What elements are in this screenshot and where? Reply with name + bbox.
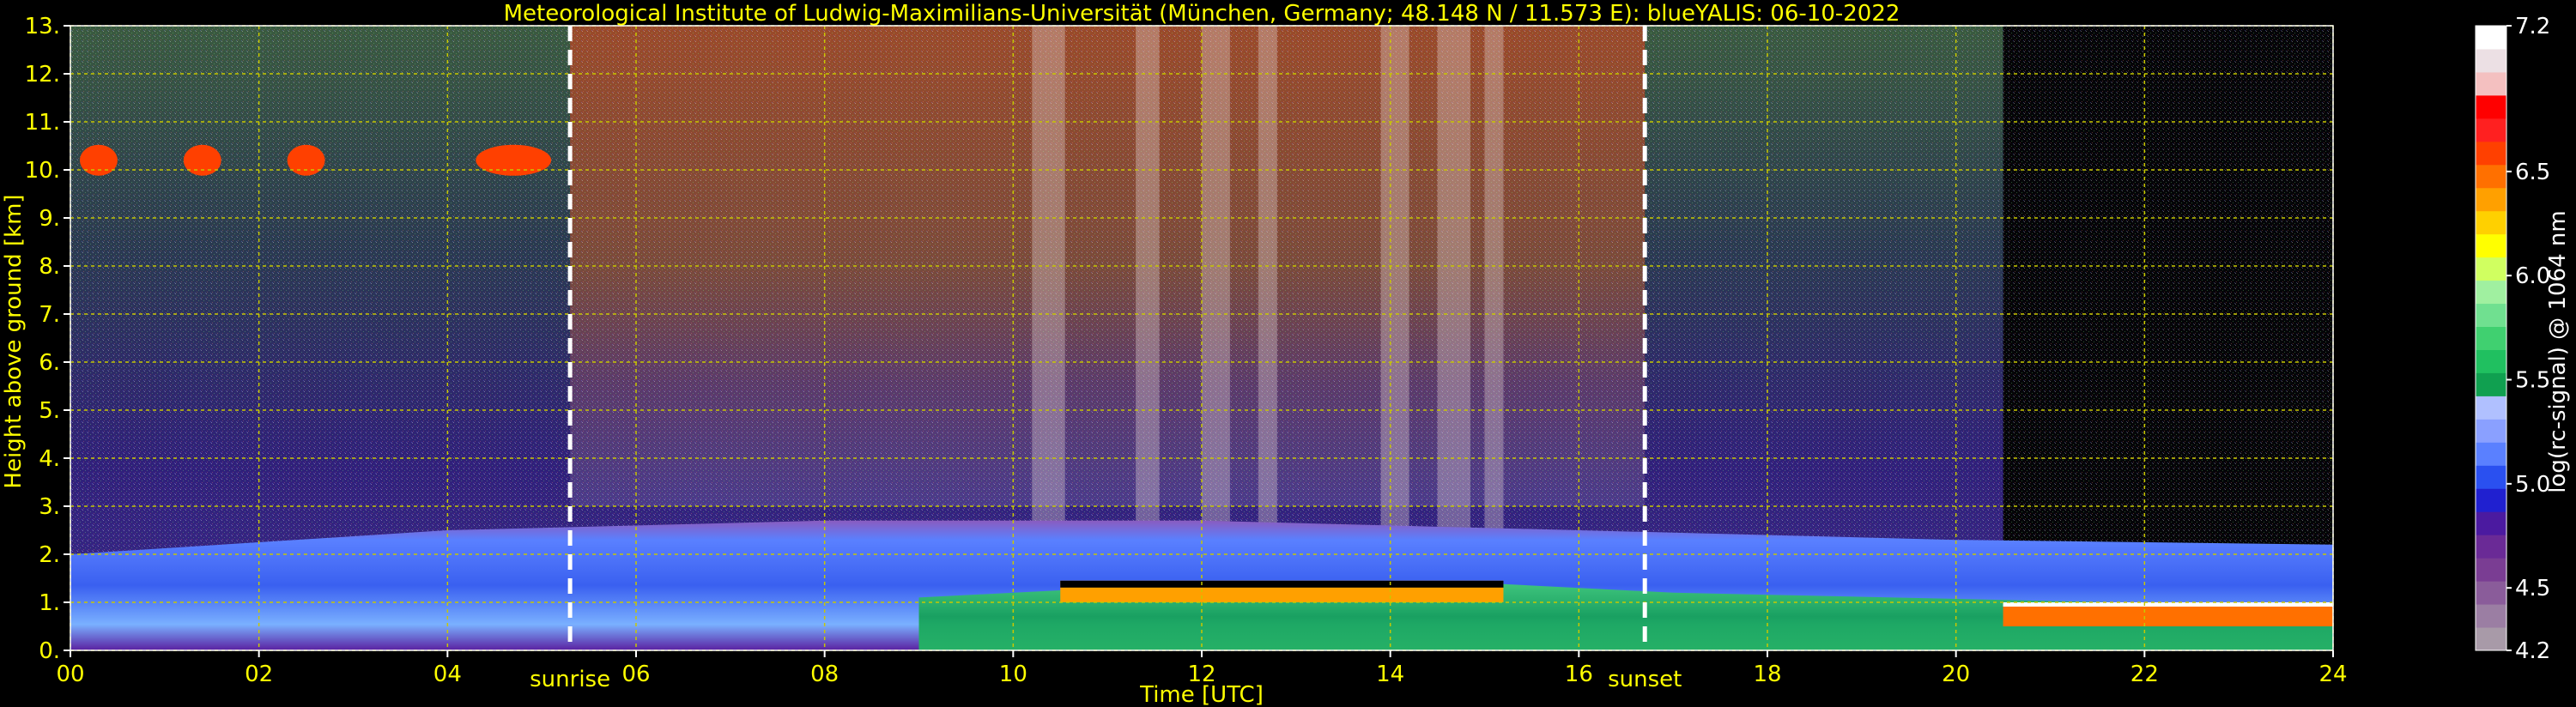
colorbar-segment bbox=[2476, 511, 2506, 535]
colorbar-segment bbox=[2476, 558, 2506, 582]
colorbar-segment bbox=[2476, 71, 2506, 96]
x-tick-label: 10 bbox=[999, 662, 1027, 687]
cirrus-patch bbox=[79, 144, 118, 176]
signal-streak bbox=[1437, 26, 1471, 578]
x-tick-label: 16 bbox=[1565, 662, 1593, 687]
x-tick-label: 06 bbox=[621, 662, 650, 687]
colorbar-segment bbox=[2476, 349, 2506, 373]
x-tick-label: 14 bbox=[1376, 662, 1404, 687]
colorbar-segment bbox=[2476, 187, 2506, 212]
y-tick-label: 2. bbox=[39, 542, 60, 568]
y-axis-label: Height above ground [km] bbox=[1, 194, 27, 488]
colorbar-tick-label: 7.2 bbox=[2515, 14, 2550, 39]
y-tick-label: 8. bbox=[39, 254, 60, 280]
colorbar-segment bbox=[2476, 604, 2506, 628]
x-tick-label: 04 bbox=[433, 662, 462, 687]
colorbar-segment bbox=[2476, 465, 2506, 489]
colorbar-segment bbox=[2476, 48, 2506, 73]
x-tick-label: 18 bbox=[1753, 662, 1781, 687]
colorbar-tick-label: 4.2 bbox=[2515, 638, 2550, 664]
y-tick-label: 5. bbox=[39, 398, 60, 424]
y-tick-label: 3. bbox=[39, 494, 60, 520]
colorbar-segment bbox=[2476, 233, 2506, 258]
signal-streak bbox=[1258, 26, 1277, 578]
y-tick-label: 9. bbox=[39, 206, 60, 232]
colorbar-segment bbox=[2476, 303, 2506, 328]
x-tick-label: 00 bbox=[56, 662, 84, 687]
sunset-label: sunset bbox=[1608, 667, 1682, 692]
y-tick-label: 1. bbox=[39, 590, 60, 616]
x-axis-label: Time [UTC] bbox=[1139, 682, 1264, 707]
colorbar-segment bbox=[2476, 141, 2506, 166]
x-tick-label: 20 bbox=[1942, 662, 1970, 687]
colorbar-segment bbox=[2476, 372, 2506, 396]
colorbar-segment bbox=[2476, 164, 2506, 189]
cirrus-patch bbox=[287, 144, 325, 176]
cloud-base-line bbox=[1060, 580, 1504, 588]
y-tick-label: 13. bbox=[25, 14, 60, 39]
colorbar-segment bbox=[2476, 419, 2506, 443]
colorbar-segment bbox=[2476, 280, 2506, 305]
signal-streak bbox=[1484, 26, 1504, 578]
colorbar-segment bbox=[2476, 118, 2506, 142]
signal-streak bbox=[1032, 26, 1065, 578]
lidar-figure: sunrise sunset 00 02 04 06 08 10 12 14 16 18 20 22 24… bbox=[1, 1, 2571, 707]
sunrise-label: sunrise bbox=[530, 667, 610, 692]
x-tick-label: 08 bbox=[810, 662, 839, 687]
colorbar-label: log(rc-signal) @ 1064 nm bbox=[2545, 210, 2571, 492]
colorbar-segment bbox=[2476, 488, 2506, 512]
x-tick-label: 24 bbox=[2318, 662, 2347, 687]
cirrus-patch bbox=[476, 144, 552, 176]
y-tick-label: 12. bbox=[25, 62, 60, 88]
x-tick-label: 22 bbox=[2131, 662, 2159, 687]
colorbar-segment bbox=[2476, 326, 2506, 350]
colorbar-segment bbox=[2476, 26, 2506, 50]
signal-streak bbox=[1380, 26, 1409, 578]
colorbar-segment bbox=[2476, 396, 2506, 420]
colorbar-segment bbox=[2476, 581, 2506, 605]
y-tick-label: 4. bbox=[39, 446, 60, 472]
y-tick-label: 10. bbox=[25, 158, 60, 184]
colorbar-segment bbox=[2476, 627, 2506, 651]
colorbar-segment bbox=[2476, 210, 2506, 235]
colorbar-segment bbox=[2476, 535, 2506, 559]
colorbar-segment bbox=[2476, 442, 2506, 466]
y-tick-label: 0. bbox=[39, 638, 60, 664]
cirrus-patch bbox=[183, 144, 221, 176]
signal-streak bbox=[1202, 26, 1230, 578]
colorbar-segment bbox=[2476, 94, 2506, 119]
y-tick-label: 7. bbox=[39, 302, 60, 328]
signal-streak bbox=[1136, 26, 1160, 578]
chart-title: Meteorological Institute of Ludwig-Maxim… bbox=[504, 1, 1900, 27]
colorbar-tick-label: 4.5 bbox=[2515, 576, 2550, 601]
x-tick-label: 02 bbox=[245, 662, 273, 687]
colorbar-segment bbox=[2476, 257, 2506, 281]
y-tick-label: 6. bbox=[39, 350, 60, 376]
y-tick-label: 11. bbox=[25, 110, 60, 136]
colorbar: 4.24.55.05.56.06.57.2 bbox=[2475, 14, 2550, 664]
colorbar-tick-label: 6.5 bbox=[2515, 160, 2550, 185]
